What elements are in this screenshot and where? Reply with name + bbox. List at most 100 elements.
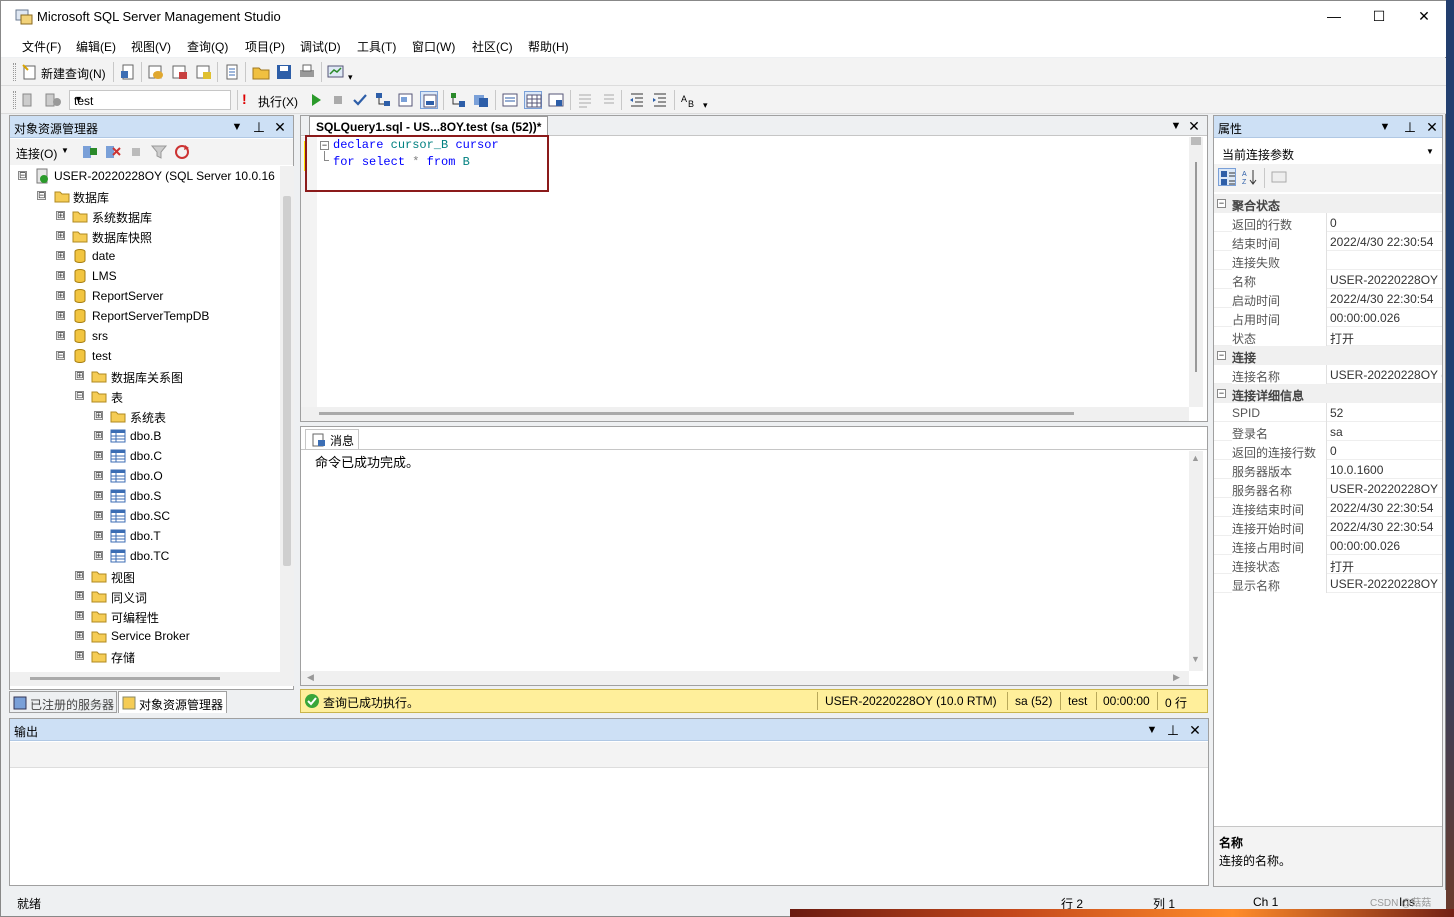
expand-icon[interactable]: ⊞: [56, 291, 65, 300]
editor-vertical-scrollbar[interactable]: [1189, 137, 1203, 407]
disconnect-icon[interactable]: [104, 143, 122, 161]
scroll-right-icon[interactable]: ▶: [1173, 672, 1180, 683]
property-row[interactable]: 连接状态 打开: [1214, 555, 1442, 575]
collapse-icon[interactable]: ⊟: [56, 351, 65, 360]
alphabetical-sort-icon[interactable]: AZ: [1241, 168, 1259, 186]
collapse-icon[interactable]: ⊟: [18, 171, 27, 180]
toolbar-overflow-icon[interactable]: ▾: [348, 72, 358, 84]
close-icon[interactable]: ✕: [271, 118, 289, 136]
change-connection-icon[interactable]: [44, 91, 62, 109]
menu-tools[interactable]: 工具(T): [357, 38, 396, 55]
expand-icon[interactable]: ⊞: [75, 591, 84, 600]
open-folder-icon[interactable]: [252, 63, 270, 81]
pin-icon[interactable]: ⊥: [1164, 721, 1182, 739]
code-line-2[interactable]: for select * from B: [333, 155, 470, 169]
expand-icon[interactable]: ⊞: [94, 511, 103, 520]
property-row[interactable]: 登录名 sa: [1214, 422, 1442, 442]
new-query-icon[interactable]: [21, 63, 39, 81]
pin-icon[interactable]: ⊥: [1401, 118, 1419, 136]
property-row[interactable]: 连接名称 USER-20220228OY (: [1214, 365, 1442, 385]
scrollbar-thumb[interactable]: [283, 196, 291, 566]
expand-icon[interactable]: ⊞: [94, 431, 103, 440]
specify-template-values-icon[interactable]: AB: [680, 91, 698, 109]
stop-icon[interactable]: [127, 143, 145, 161]
scroll-up-icon[interactable]: ▲: [1191, 453, 1200, 463]
expand-icon[interactable]: ⊞: [75, 631, 84, 640]
property-row[interactable]: 启动时间 2022/4/30 22:30:54: [1214, 289, 1442, 309]
connect-icon[interactable]: [21, 91, 39, 109]
property-category[interactable]: − 聚合状态: [1214, 194, 1442, 213]
categorized-icon[interactable]: [1218, 168, 1236, 186]
chevron-down-icon[interactable]: ▼: [61, 146, 69, 155]
splitter-handle[interactable]: [1191, 137, 1201, 145]
results-to-text-icon[interactable]: [501, 91, 519, 109]
menu-window[interactable]: 窗口(W): [412, 38, 455, 55]
close-icon[interactable]: ✕: [1185, 117, 1203, 135]
filter-icon[interactable]: [150, 143, 168, 161]
code-line-1[interactable]: declare cursor_B cursor: [333, 138, 499, 152]
menu-community[interactable]: 社区(C): [472, 38, 513, 55]
connect-server-icon[interactable]: [81, 143, 99, 161]
expand-icon[interactable]: ⊞: [56, 331, 65, 340]
print-icon[interactable]: [298, 63, 316, 81]
maximize-button[interactable]: ☐: [1356, 1, 1402, 31]
refresh-icon[interactable]: [173, 143, 191, 161]
expand-icon[interactable]: ⊞: [94, 551, 103, 560]
menu-query[interactable]: 查询(Q): [187, 38, 228, 55]
expand-icon[interactable]: ⊞: [56, 231, 65, 240]
property-row[interactable]: 名称 USER-20220228OY: [1214, 270, 1442, 290]
scroll-down-icon[interactable]: ▼: [1191, 654, 1200, 664]
property-row[interactable]: 返回的行数 0: [1214, 213, 1442, 233]
increase-indent-icon[interactable]: [651, 91, 669, 109]
chevron-down-icon[interactable]: ▼: [1167, 117, 1185, 135]
copy-file-icon[interactable]: [223, 63, 241, 81]
tab-object-explorer[interactable]: 对象资源管理器: [118, 691, 227, 713]
property-category[interactable]: − 连接详细信息: [1214, 384, 1442, 403]
close-window-button[interactable]: ✕: [1401, 1, 1447, 31]
property-row[interactable]: 返回的连接行数 0: [1214, 441, 1442, 461]
property-row[interactable]: 连接开始时间 2022/4/30 22:30:54: [1214, 517, 1442, 537]
close-icon[interactable]: ✕: [1186, 721, 1204, 739]
new-query-button[interactable]: 新建查询(N): [41, 65, 106, 82]
scrollbar-thumb[interactable]: [30, 677, 220, 680]
menu-help[interactable]: 帮助(H): [528, 38, 569, 55]
close-icon[interactable]: ✕: [1423, 118, 1441, 136]
execute-button[interactable]: 执行(X): [258, 93, 298, 110]
property-row[interactable]: 占用时间 00:00:00.026: [1214, 308, 1442, 328]
property-row[interactable]: 连接结束时间 2022/4/30 22:30:54: [1214, 498, 1442, 518]
expand-icon[interactable]: ⊞: [75, 571, 84, 580]
property-category[interactable]: − 连接: [1214, 346, 1442, 365]
editor-horizontal-scrollbar[interactable]: [301, 407, 1189, 421]
results-to-grid-icon[interactable]: [420, 91, 438, 109]
results-grid-toggle-icon[interactable]: [524, 91, 542, 109]
expand-icon[interactable]: ⊞: [75, 651, 84, 660]
activity-monitor-icon[interactable]: [327, 63, 345, 81]
expand-icon[interactable]: ⊞: [94, 471, 103, 480]
decrease-indent-icon[interactable]: [628, 91, 646, 109]
property-pages-icon[interactable]: [1270, 168, 1288, 186]
scrollbar-thumb[interactable]: [1195, 162, 1197, 372]
toolbar-overflow-icon[interactable]: ▾: [703, 100, 713, 112]
scroll-left-icon[interactable]: ◀: [307, 672, 314, 683]
messages-horizontal-scrollbar[interactable]: ◀ ▶: [301, 671, 1189, 685]
chevron-down-icon[interactable]: ▼: [1143, 721, 1161, 739]
pin-icon[interactable]: ⊥: [250, 118, 268, 136]
toolbar-grip[interactable]: [13, 63, 16, 81]
chevron-down-icon[interactable]: ▼: [74, 94, 227, 104]
expand-icon[interactable]: ⊞: [56, 311, 65, 320]
minimize-button[interactable]: —: [1311, 1, 1357, 31]
property-row[interactable]: 连接占用时间 00:00:00.026: [1214, 536, 1442, 556]
properties-object-selector[interactable]: 当前连接参数 ▼: [1216, 142, 1440, 162]
analysis-services-query-icon[interactable]: [171, 63, 189, 81]
collapse-icon[interactable]: −: [1217, 351, 1226, 360]
stop-icon[interactable]: [329, 91, 347, 109]
menu-edit[interactable]: 编辑(E): [76, 38, 116, 55]
collapse-icon[interactable]: ⊟: [75, 391, 84, 400]
collapse-icon[interactable]: −: [320, 141, 329, 150]
save-icon[interactable]: [275, 63, 293, 81]
collapse-icon[interactable]: ⊟: [37, 191, 46, 200]
property-row[interactable]: 状态 打开: [1214, 327, 1442, 347]
messages-vertical-scrollbar[interactable]: ▲ ▼: [1189, 451, 1203, 671]
property-row[interactable]: SPID 52: [1214, 403, 1442, 422]
expand-icon[interactable]: ⊞: [75, 611, 84, 620]
